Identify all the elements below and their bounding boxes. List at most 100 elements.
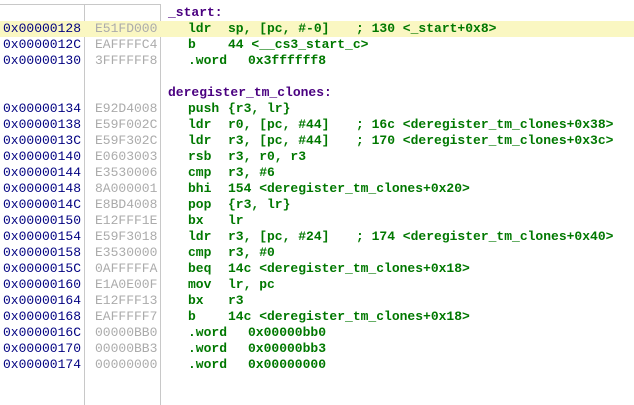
disasm-row[interactable]: 0x00000164 E12FFF13 bx r3 [0, 293, 634, 309]
address-cell: 0x0000012C [3, 37, 81, 53]
disasm-row[interactable]: 0x00000130 3FFFFFF8 .word 0x3ffffff8 [0, 53, 634, 69]
operands: 0x00000bb0 [248, 325, 326, 341]
operands: r3, [pc, #24] [228, 229, 329, 245]
disasm-row[interactable]: 0x0000016C 00000BB0 .word 0x00000bb0 [0, 325, 634, 341]
address-cell: 0x00000140 [3, 149, 81, 165]
opcode-cell: E12FFF13 [95, 293, 157, 309]
address-cell: 0x00000150 [3, 213, 81, 229]
disasm-row[interactable]: 0x00000144E3530006cmpr3, #6 [0, 165, 634, 181]
mnemonic: ldr [188, 117, 211, 133]
opcode-cell: 00000000 [95, 357, 157, 373]
branch-target-comment: ; 130 <_start+0x8> [356, 21, 496, 37]
disasm-row[interactable]: 0x00000140E0603003rsbr3, r0, r3 [0, 149, 634, 165]
branch-target-comment: ; 174 <deregister_tm_clones+0x40> [356, 229, 613, 245]
address-cell: 0x00000168 [3, 309, 81, 325]
operands: sp, [pc, #-0] [228, 21, 329, 37]
opcode-cell: 00000BB3 [95, 341, 157, 357]
operands: r3, [pc, #44] [228, 133, 329, 149]
operands: r0, [pc, #44] [228, 117, 329, 133]
disasm-row[interactable]: 0x0000017400000000.word0x00000000 [0, 357, 634, 373]
disasm-row[interactable]: 0x00000138 E59F002C ldr r0, [pc, #44] ; 16c … [0, 117, 634, 133]
opcode-cell: E92D4008 [95, 101, 157, 117]
disasm-row[interactable]: 0x00000148 8A000001 bhi 154 <deregister_tm_… [0, 181, 634, 197]
mnemonic: b [188, 309, 196, 325]
mnemonic: ldr [188, 229, 211, 245]
address-cell: 0x00000164 [3, 293, 81, 309]
disasm-row[interactable]: 0x00000158 E3530000 cmp r3, #0 [0, 245, 634, 261]
operands: 44 <__cs3_start_c> [228, 37, 368, 53]
mnemonic: pop [188, 197, 211, 213]
opcode-cell: E51FD000 [95, 21, 157, 37]
address-cell: 0x00000144 [3, 165, 81, 181]
operands: lr, pc [228, 277, 275, 293]
disasm-row[interactable]: 0x00000168EAFFFFF7b14c <deregister_tm_cl… [0, 309, 634, 325]
operands: r3, #6 [228, 165, 275, 181]
mnemonic: .word [188, 325, 227, 341]
branch-target-comment: ; 170 <deregister_tm_clones+0x3c> [356, 133, 613, 149]
operands: r3 [228, 293, 244, 309]
operands: r3, #0 [228, 245, 275, 261]
mnemonic: push [188, 101, 219, 117]
address-cell: 0x00000174 [3, 357, 81, 373]
opcode-cell: E59F002C [95, 117, 157, 133]
mnemonic: .word [188, 341, 227, 357]
opcode-cell: E3530000 [95, 245, 157, 261]
blank-row [0, 69, 634, 85]
disasm-row[interactable]: 0x0000015C0AFFFFFAbeq14c <deregister_tm_… [0, 261, 634, 277]
operands: 14c <deregister_tm_clones+0x18> [228, 261, 470, 277]
mnemonic: b [188, 37, 196, 53]
opcode-cell: E3530006 [95, 165, 157, 181]
address-cell: 0x0000013C [3, 133, 81, 149]
address-cell: 0x00000148 [3, 181, 81, 197]
opcode-cell: 3FFFFFF8 [95, 53, 157, 69]
operands: 0x3ffffff8 [248, 53, 326, 69]
mnemonic: ldr [188, 133, 211, 149]
mnemonic: rsb [188, 149, 211, 165]
disasm-row[interactable]: 0x00000128E51FD000ldrsp, [pc, #-0]; 130 … [0, 21, 634, 37]
opcode-cell: 8A000001 [95, 181, 157, 197]
operands: 154 <deregister_tm_clones+0x20> [228, 181, 470, 197]
address-cell: 0x00000128 [3, 21, 81, 37]
opcode-cell: 00000BB0 [95, 325, 157, 341]
opcode-cell: EAFFFFF7 [95, 309, 157, 325]
operands: r3, r0, r3 [228, 149, 306, 165]
disasm-row[interactable]: 0x0000012C EAFFFFC4 b 44 <__cs3_start_c> [0, 37, 634, 53]
mnemonic: .word [188, 53, 227, 69]
symbol-label: deregister_tm_clones: [168, 85, 332, 101]
mnemonic: mov [188, 277, 211, 293]
symbol-label-row: deregister_tm_clones: [0, 85, 634, 101]
address-cell: 0x00000134 [3, 101, 81, 117]
mnemonic: bhi [188, 181, 211, 197]
address-cell: 0x0000015C [3, 261, 81, 277]
address-cell: 0x00000158 [3, 245, 81, 261]
disassembly-view: _start:0x00000128 E51FD000 ldr sp, [pc, #-0… [0, 0, 634, 405]
opcode-cell: EAFFFFC4 [95, 37, 157, 53]
address-cell: 0x0000014C [3, 197, 81, 213]
opcode-cell: E8BD4008 [95, 197, 157, 213]
address-cell: 0x00000170 [3, 341, 81, 357]
disassembly-listing: _start:0x00000128 E51FD000 ldr sp, [pc, #-0… [0, 5, 634, 373]
disasm-row[interactable]: 0x00000150E12FFF1Ebxlr [0, 213, 634, 229]
address-cell: 0x00000138 [3, 117, 81, 133]
disasm-row[interactable]: 0x00000154E59F3018ldrr3, [pc, #24]; 174 … [0, 229, 634, 245]
mnemonic: cmp [188, 245, 211, 261]
disasm-row[interactable]: 0x00000134E92D4008push{r3, lr} [0, 101, 634, 117]
disasm-row[interactable]: 0x00000170 00000BB3 .word 0x00000bb3 [0, 341, 634, 357]
mnemonic: bx [188, 213, 204, 229]
opcode-cell: E59F302C [95, 133, 157, 149]
address-cell: 0x00000130 [3, 53, 81, 69]
disasm-row[interactable]: 0x0000013C E59F302C ldr r3, [pc, #44] ; 170 … [0, 133, 634, 149]
mnemonic: bx [188, 293, 204, 309]
disasm-row[interactable]: 0x00000160 E1A0E00F mov lr, pc [0, 277, 634, 293]
operands: lr [228, 213, 244, 229]
disasm-row[interactable]: 0x0000014CE8BD4008pop{r3, lr} [0, 197, 634, 213]
mnemonic: .word [188, 357, 227, 373]
address-cell: 0x00000154 [3, 229, 81, 245]
opcode-cell: E1A0E00F [95, 277, 157, 293]
mnemonic: beq [188, 261, 211, 277]
address-cell: 0x00000160 [3, 277, 81, 293]
symbol-label-row: _start: [0, 5, 634, 21]
address-cell: 0x0000016C [3, 325, 81, 341]
branch-target-comment: ; 16c <deregister_tm_clones+0x38> [356, 117, 613, 133]
operands: 0x00000bb3 [248, 341, 326, 357]
